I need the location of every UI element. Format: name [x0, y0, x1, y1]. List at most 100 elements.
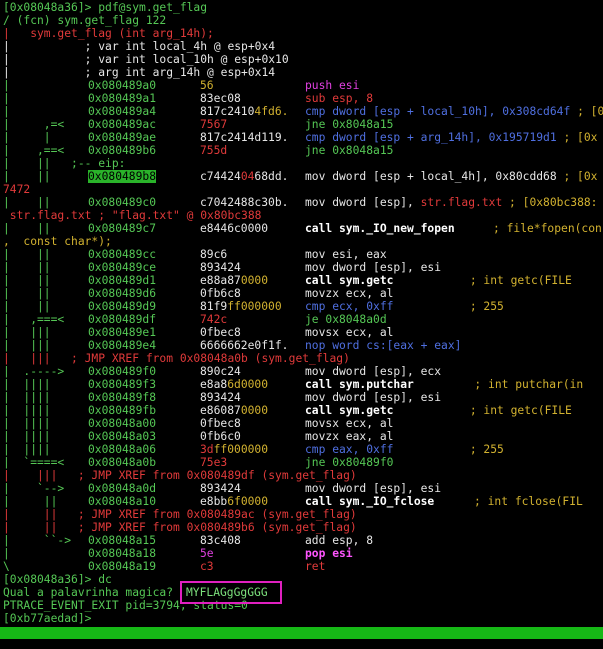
instruction: mov dword [esp], ecx: [305, 365, 442, 378]
wrapped-line: , const char*);: [3, 235, 112, 248]
address: 0x080489c0: [88, 196, 157, 209]
opcode-bytes: e8bb6f0000: [200, 495, 269, 508]
asm-line: | || 0x080489c0 c7042488c30b. mov dword …: [3, 196, 598, 209]
address: 0x080489ce: [88, 261, 157, 274]
ptrace-line: PTRACE_EVENT_EXIT pid=3794, status=0: [3, 599, 248, 612]
opcode-bytes: 6666662e0f1f.: [200, 339, 289, 352]
address: 0x08048a03: [88, 430, 157, 443]
instruction: jne 0x80489f0: [305, 456, 394, 469]
opcode-bytes: 817c2414d119.: [200, 131, 289, 144]
tmux-window-label[interactable]: [10] 0:[tmux]*: [27, 638, 125, 649]
opcode-bytes: 81f9ff000000: [200, 300, 282, 313]
opcode-bytes: e88a870000: [200, 274, 269, 287]
asm-line: | |||| 0x08048a06 3dff000000 cmp eax, 0x…: [3, 443, 504, 456]
xref-comment: | ||| ; JMP XREF from 0x08048a0b (sym.ge…: [3, 352, 350, 365]
asm-line: | ``-> 0x08048a15 83c408 add esp, 8: [3, 534, 374, 547]
asm-line: | || 0x080489c7 e8446c0000 call sym._IO_…: [3, 222, 602, 235]
r2-command: [0x08048a36]> pdf@sym.get_flag: [3, 1, 208, 14]
instruction: call sym.getc: [305, 404, 394, 417]
program-output: Qual a palavrinha magica? MYFLAGgGgGGG: [0, 586, 268, 599]
address: 0x080489ae: [88, 131, 157, 144]
asm-line: | || 0x08048a10 e8bb6f0000 call sym._IO_…: [3, 495, 583, 508]
asm-line: | ||| 0x080489e4 6666662e0f1f. nop word …: [3, 339, 462, 352]
r2-prompt-line: [0x08048a36]> pdf@sym.get_flag: [0, 1, 207, 14]
comment: ; 255: [395, 300, 504, 313]
xref-comment: | ||| ; JMP XREF from 0x080489df (sym.ge…: [3, 469, 357, 482]
asm-line: \ 0x08048a19 c3 ret: [3, 560, 326, 573]
instruction: call sym._IO_new_fopen: [305, 222, 455, 235]
instruction: sub esp, 8: [305, 92, 374, 105]
instruction: ret: [305, 560, 326, 573]
address: 0x080489a4: [88, 105, 157, 118]
opcode-bytes: 890c24: [200, 365, 241, 378]
asm-line: | ,==< 0x080489b6 755d jne 0x8048a15: [3, 144, 394, 157]
comment: ; file*fopen(con: [493, 222, 602, 235]
instruction: cmp dword [esp + local_10h], 0x308cd64f …: [305, 105, 603, 118]
opcode-bytes: e8a86d0000: [200, 378, 269, 391]
instruction: jne 0x8048a15: [305, 144, 394, 157]
asm-line: | || 0x080489d1 e88a870000 call sym.getc…: [3, 274, 572, 287]
instruction: jne 0x8048a15: [305, 118, 394, 131]
instruction: nop word cs:[eax + eax]: [305, 339, 462, 352]
asm-line: | |||| 0x080489f8 893424 mov dword [esp]…: [3, 391, 442, 404]
eip-label: | || ;-- eip:: [3, 157, 126, 170]
r2-prompt[interactable]: [0xb77aedad]>: [3, 612, 98, 625]
opcode-bytes: 893424: [200, 482, 241, 495]
address: 0x080489c7: [88, 222, 157, 235]
address: 0x08048a15: [88, 534, 157, 547]
current-address: 0x080489b8: [88, 170, 157, 183]
opcode-bytes: 742c: [200, 313, 228, 326]
opcode-bytes: 0fb6c0: [200, 430, 241, 443]
instruction: push esi: [305, 79, 360, 92]
instruction: call sym._IO_fclose: [305, 495, 435, 508]
xref-comment: | || ; JMP XREF from 0x080489ac (sym.get…: [3, 508, 357, 521]
opcode-bytes: 755d: [200, 144, 228, 157]
asm-line: | | 0x080489ae 817c2414d119. cmp dword […: [3, 131, 598, 144]
opcode-bytes: 3dff000000: [200, 443, 269, 456]
address: 0x080489d9: [88, 300, 157, 313]
terminal-window[interactable]: [0x08048a36]> pdf@sym.get_flag / (fcn) s…: [0, 0, 603, 649]
instruction: cmp dword [esp + arg_14h], 0x195719d1 ; …: [305, 131, 598, 144]
asm-line: | `====< 0x08048a0b 75e3 jne 0x80489f0: [3, 456, 394, 469]
comment: ; int getc(FILE: [395, 274, 572, 287]
address: 0x080489fb: [88, 404, 157, 417]
address: 0x080489f3: [88, 378, 157, 391]
instruction: movzx eax, al: [305, 430, 394, 443]
opcode-bytes: 89c6: [200, 248, 228, 261]
r2-prompt-line[interactable]: [0xb77aedad]>: [0, 612, 91, 625]
address: 0x080489e4: [88, 339, 157, 352]
asm-line: | ,===< 0x080489df 742c je 0x8048a0d: [3, 313, 387, 326]
wrapped-line: 7472: [3, 183, 31, 196]
opcode-bytes: c7042488c30b.: [200, 196, 289, 209]
opcode-bytes: 817c24104fd6.: [200, 105, 289, 118]
asm-line-current: | || 0x080489b8 c744240468dd. mov dword …: [3, 170, 598, 183]
address: 0x080489d6: [88, 287, 157, 300]
opcode-bytes: 893424: [200, 261, 241, 274]
asm-line: | 0x080489a0 56 push esi: [3, 79, 360, 92]
address: 0x08048a00: [88, 417, 157, 430]
address: 0x080489df: [88, 313, 157, 326]
opcode-bytes: c744240468dd.: [200, 170, 289, 183]
address: 0x080489a0: [88, 79, 157, 92]
opcode-bytes: 5e: [200, 547, 214, 560]
asm-line: | |||| 0x08048a03 0fb6c0 movzx eax, al: [3, 430, 394, 443]
instruction: cmp eax, 0xff: [305, 443, 394, 456]
asm-line: | ||| 0x080489e1 0fbec8 movsx ecx, al: [3, 326, 394, 339]
instruction: call sym.getc: [305, 274, 394, 287]
instruction: mov dword [esp], esi: [305, 261, 442, 274]
comment: ; int fclose(FIL: [440, 495, 583, 508]
instruction: mov esi, eax: [305, 248, 387, 261]
opcode-bytes: 56: [200, 79, 214, 92]
instruction: movsx ecx, al: [305, 326, 394, 339]
instruction: je 0x8048a0d: [305, 313, 387, 326]
comment: ; int getc(FILE: [395, 404, 572, 417]
address: 0x08048a18: [88, 547, 157, 560]
instruction: movzx ecx, al: [305, 287, 394, 300]
opcode-bytes: 0fbec8: [200, 326, 241, 339]
address: 0x080489f0: [88, 365, 157, 378]
opcode-bytes: 75e3: [200, 456, 228, 469]
r2-prompt-line: [0x08048a36]> dc: [0, 573, 112, 586]
asm-line: | |||| 0x080489f3 e8a86d0000 call sym.pu…: [3, 378, 584, 391]
address: 0x08048a0d: [88, 482, 157, 495]
opcode-bytes: c3: [200, 560, 214, 573]
